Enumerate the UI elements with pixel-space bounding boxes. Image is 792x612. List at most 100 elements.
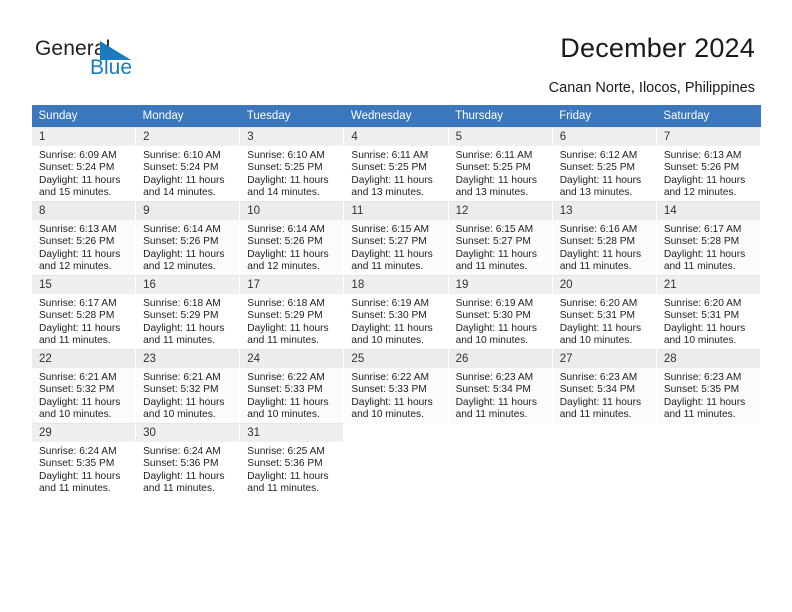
calendar-day-cell[interactable]: 21 Sunrise: 6:20 AM Sunset: 5:31 PM Dayligh… xyxy=(655,275,762,350)
day-daylight-text: Daylight: 11 hours xyxy=(39,248,121,260)
day-daylight-text: and 10 minutes. xyxy=(39,409,112,421)
day-sunset-text: Sunset: 5:30 PM xyxy=(455,310,531,322)
day-daylight-text: and 13 minutes. xyxy=(455,187,529,199)
day-daylight-text: Daylight: 11 hours xyxy=(247,322,329,334)
calendar-day-cell[interactable]: 4 Sunrise: 6:11 AM Sunset: 5:25 PM Daylight… xyxy=(343,127,449,202)
day-sunset-text: Sunset: 5:35 PM xyxy=(39,458,115,470)
day-sunrise-text: Sunrise: 6:19 AM xyxy=(351,298,430,309)
day-number: 5 xyxy=(448,128,552,146)
day-sunrise-text: Sunrise: 6:13 AM xyxy=(663,150,742,161)
calendar-day-cell-empty xyxy=(551,423,657,497)
calendar-day-cell[interactable]: 5 Sunrise: 6:11 AM Sunset: 5:25 PM Daylight… xyxy=(447,127,553,202)
calendar-day-cell[interactable]: 1 Sunrise: 6:09 AM Sunset: 5:24 PM Daylight… xyxy=(30,127,137,202)
calendar-day-cell[interactable]: 8 Sunrise: 6:13 AM Sunset: 5:26 PM Daylight… xyxy=(30,201,137,276)
brand-logo[interactable]: General Blue xyxy=(35,38,155,84)
day-number: 26 xyxy=(448,350,552,368)
day-number: 30 xyxy=(136,424,240,442)
day-sunrise-text: Sunrise: 6:14 AM xyxy=(247,224,325,235)
calendar-day-cell[interactable]: 31 Sunrise: 6:25 AM Sunset: 5:36 PM Dayligh… xyxy=(239,423,345,497)
day-daylight-text: and 15 minutes. xyxy=(39,187,112,199)
calendar-day-cell[interactable]: 20 Sunrise: 6:20 AM Sunset: 5:31 PM Dayligh… xyxy=(551,275,657,350)
calendar-day-cell[interactable]: 25 Sunrise: 6:22 AM Sunset: 5:33 PM Dayligh… xyxy=(343,349,449,424)
day-details: Sunrise: 6:19 AM Sunset: 5:30 PM Daylight:… xyxy=(344,294,447,348)
day-number: 9 xyxy=(136,202,240,220)
day-sunset-text: Sunset: 5:26 PM xyxy=(663,162,740,174)
day-details: Sunrise: 6:25 AM Sunset: 5:36 PM Daylight:… xyxy=(240,442,343,496)
calendar-day-cell[interactable]: 3 Sunrise: 6:10 AM Sunset: 5:25 PM Daylight… xyxy=(239,127,345,202)
calendar-day-cell[interactable]: 18 Sunrise: 6:19 AM Sunset: 5:30 PM Dayligh… xyxy=(343,275,449,350)
calendar-day-cell[interactable]: 2 Sunrise: 6:10 AM Sunset: 5:24 PM Daylight… xyxy=(135,127,241,202)
day-number: 31 xyxy=(240,424,344,442)
day-sunrise-text: Sunrise: 6:20 AM xyxy=(559,298,638,309)
calendar-day-cell[interactable]: 19 Sunrise: 6:19 AM Sunset: 5:30 PM Dayligh… xyxy=(447,275,553,350)
day-number: 23 xyxy=(136,350,240,368)
calendar-day-cell[interactable]: 22 Sunrise: 6:21 AM Sunset: 5:32 PM Dayligh… xyxy=(30,349,137,424)
day-sunset-text: Sunset: 5:24 PM xyxy=(143,162,219,174)
day-number: 28 xyxy=(656,350,760,368)
day-sunrise-text: Sunrise: 6:19 AM xyxy=(455,298,534,309)
day-details: Sunrise: 6:21 AM Sunset: 5:32 PM Daylight:… xyxy=(32,368,135,422)
day-daylight-text: and 13 minutes. xyxy=(559,187,633,199)
weekday-header-friday: Friday xyxy=(552,105,657,128)
calendar-day-cell[interactable]: 7 Sunrise: 6:13 AM Sunset: 5:26 PM Daylight… xyxy=(655,127,762,202)
day-sunrise-text: Sunrise: 6:20 AM xyxy=(663,298,742,309)
calendar-day-cell[interactable]: 27 Sunrise: 6:23 AM Sunset: 5:34 PM Dayligh… xyxy=(551,349,657,424)
day-details: Sunrise: 6:09 AM Sunset: 5:24 PM Daylight:… xyxy=(32,146,135,200)
calendar-day-cell[interactable]: 28 Sunrise: 6:23 AM Sunset: 5:35 PM Dayligh… xyxy=(655,349,762,424)
day-sunrise-text: Sunrise: 6:11 AM xyxy=(455,150,533,161)
day-details: Sunrise: 6:11 AM Sunset: 5:25 PM Daylight:… xyxy=(344,146,447,200)
day-sunset-text: Sunset: 5:26 PM xyxy=(143,236,219,248)
calendar-day-cell[interactable]: 16 Sunrise: 6:18 AM Sunset: 5:29 PM Dayligh… xyxy=(135,275,241,350)
day-daylight-text: and 10 minutes. xyxy=(351,335,424,347)
calendar-day-cell[interactable]: 26 Sunrise: 6:23 AM Sunset: 5:34 PM Dayligh… xyxy=(447,349,553,424)
day-sunset-text: Sunset: 5:29 PM xyxy=(247,310,323,322)
calendar-day-cell[interactable]: 14 Sunrise: 6:17 AM Sunset: 5:28 PM Dayligh… xyxy=(655,201,762,276)
calendar-day-cell[interactable]: 13 Sunrise: 6:16 AM Sunset: 5:28 PM Dayligh… xyxy=(551,201,657,276)
day-sunrise-text: Sunrise: 6:23 AM xyxy=(455,372,534,383)
day-details: Sunrise: 6:18 AM Sunset: 5:29 PM Daylight:… xyxy=(240,294,343,348)
day-daylight-text: Daylight: 11 hours xyxy=(247,396,329,408)
calendar-page: General Blue December 2024 Canan Norte, … xyxy=(0,0,792,612)
day-number: 25 xyxy=(344,350,448,368)
day-daylight-text: and 12 minutes. xyxy=(247,261,320,273)
calendar-day-cell[interactable]: 30 Sunrise: 6:24 AM Sunset: 5:36 PM Dayligh… xyxy=(135,423,241,497)
calendar-day-cell[interactable]: 23 Sunrise: 6:21 AM Sunset: 5:32 PM Dayligh… xyxy=(135,349,241,424)
calendar-day-cell[interactable]: 9 Sunrise: 6:14 AM Sunset: 5:26 PM Daylight… xyxy=(135,201,241,276)
calendar-day-cell[interactable]: 12 Sunrise: 6:15 AM Sunset: 5:27 PM Dayligh… xyxy=(447,201,553,276)
day-details: Sunrise: 6:24 AM Sunset: 5:35 PM Daylight:… xyxy=(32,442,135,496)
day-daylight-text: Daylight: 11 hours xyxy=(39,396,121,408)
day-daylight-text: Daylight: 11 hours xyxy=(559,396,642,408)
day-daylight-text: Daylight: 11 hours xyxy=(143,322,225,334)
day-details: Sunrise: 6:13 AM Sunset: 5:26 PM Daylight:… xyxy=(32,220,135,274)
day-sunset-text: Sunset: 5:33 PM xyxy=(247,384,323,396)
day-details: Sunrise: 6:23 AM Sunset: 5:34 PM Daylight:… xyxy=(553,368,656,422)
day-sunrise-text: Sunrise: 6:16 AM xyxy=(559,224,638,235)
day-sunrise-text: Sunrise: 6:22 AM xyxy=(351,372,430,383)
day-daylight-text: and 14 minutes. xyxy=(143,187,216,199)
day-sunrise-text: Sunrise: 6:22 AM xyxy=(247,372,325,383)
day-number: 13 xyxy=(552,202,656,220)
weekday-header-wednesday: Wednesday xyxy=(343,105,449,128)
day-daylight-text: Daylight: 11 hours xyxy=(663,322,746,334)
day-daylight-text: Daylight: 11 hours xyxy=(559,322,642,334)
day-daylight-text: and 11 minutes. xyxy=(663,409,736,421)
calendar-day-cell[interactable]: 11 Sunrise: 6:15 AM Sunset: 5:27 PM Dayligh… xyxy=(343,201,449,276)
day-number: 11 xyxy=(344,202,448,220)
calendar-day-cell[interactable]: 10 Sunrise: 6:14 AM Sunset: 5:26 PM Dayligh… xyxy=(239,201,345,276)
calendar-day-cell[interactable]: 15 Sunrise: 6:17 AM Sunset: 5:28 PM Dayligh… xyxy=(30,275,137,350)
day-details: Sunrise: 6:11 AM Sunset: 5:25 PM Daylight:… xyxy=(449,146,552,200)
day-number: 22 xyxy=(32,350,136,368)
calendar-day-cell[interactable]: 29 Sunrise: 6:24 AM Sunset: 5:35 PM Dayligh… xyxy=(30,423,137,497)
calendar-day-cell[interactable]: 17 Sunrise: 6:18 AM Sunset: 5:29 PM Dayligh… xyxy=(239,275,345,350)
calendar-day-cell[interactable]: 24 Sunrise: 6:22 AM Sunset: 5:33 PM Dayligh… xyxy=(239,349,345,424)
day-sunrise-text: Sunrise: 6:24 AM xyxy=(143,446,221,457)
day-number: 12 xyxy=(448,202,552,220)
calendar-table: Sunday Monday Tuesday Wednesday Thursday… xyxy=(30,105,762,497)
day-number: 21 xyxy=(656,276,760,294)
calendar-day-cell[interactable]: 6 Sunrise: 6:12 AM Sunset: 5:25 PM Daylight… xyxy=(551,127,657,202)
day-sunrise-text: Sunrise: 6:10 AM xyxy=(247,150,325,161)
day-daylight-text: Daylight: 11 hours xyxy=(455,248,537,260)
day-sunset-text: Sunset: 5:31 PM xyxy=(559,310,636,322)
day-sunset-text: Sunset: 5:28 PM xyxy=(663,236,740,248)
day-sunset-text: Sunset: 5:24 PM xyxy=(39,162,115,174)
